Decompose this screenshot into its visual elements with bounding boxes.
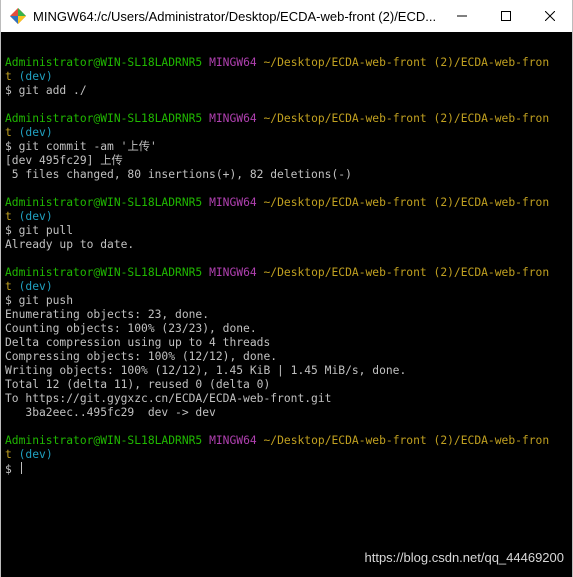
prompt-symbol: $ — [5, 84, 12, 97]
prompt-symbol: $ — [5, 224, 12, 237]
minimize-icon — [457, 15, 467, 17]
prompt-path-wrap: t — [5, 70, 12, 83]
prompt-user-host: Administrator@WIN-SL18LADRNR5 — [5, 56, 203, 69]
scrollbar[interactable] — [564, 32, 572, 577]
maximize-icon — [501, 11, 511, 21]
prompt-path: ~/Desktop/ECDA-web-front (2)/ECDA-web-fr… — [263, 266, 550, 279]
watermark: https://blog.csdn.net/qq_44469200 — [364, 550, 565, 565]
prompt-line-wrap: t (dev) — [5, 210, 564, 224]
command-line: $ git pull — [5, 224, 564, 238]
prompt-symbol: $ — [5, 294, 12, 307]
prompt-branch: (dev) — [18, 126, 53, 139]
prompt-line: Administrator@WIN-SL18LADRNR5 MINGW64 ~/… — [5, 434, 564, 448]
maximize-button[interactable] — [484, 0, 528, 32]
command-text: git pull — [18, 224, 74, 237]
terminal-window: MINGW64:/c/Users/Administrator/Desktop/E… — [0, 0, 573, 577]
prompt-branch: (dev) — [18, 448, 53, 461]
prompt-line-wrap: t (dev) — [5, 70, 564, 84]
command-line: $ git commit -am '上传' — [5, 140, 564, 154]
prompt-path: ~/Desktop/ECDA-web-front (2)/ECDA-web-fr… — [263, 56, 550, 69]
close-button[interactable] — [528, 0, 572, 32]
prompt-msystem: MINGW64 — [209, 56, 257, 69]
prompt-line: Administrator@WIN-SL18LADRNR5 MINGW64 ~/… — [5, 56, 564, 70]
command-line: $ — [5, 462, 564, 476]
output-line: 5 files changed, 80 insertions(+), 82 de… — [5, 168, 352, 181]
prompt-path-wrap: t — [5, 126, 12, 139]
prompt-line: Administrator@WIN-SL18LADRNR5 MINGW64 ~/… — [5, 112, 564, 126]
prompt-line-wrap: t (dev) — [5, 126, 564, 140]
output-line: Total 12 (delta 11), reused 0 (delta 0) — [5, 378, 271, 391]
prompt-msystem: MINGW64 — [209, 434, 257, 447]
close-icon — [545, 11, 555, 21]
text-cursor — [20, 462, 22, 474]
prompt-path: ~/Desktop/ECDA-web-front (2)/ECDA-web-fr… — [263, 112, 550, 125]
prompt-path: ~/Desktop/ECDA-web-front (2)/ECDA-web-fr… — [263, 434, 550, 447]
output-line: Compressing objects: 100% (12/12), done. — [5, 350, 278, 363]
prompt-symbol: $ — [5, 463, 12, 476]
terminal-output[interactable]: Administrator@WIN-SL18LADRNR5 MINGW64 ~/… — [5, 42, 564, 569]
prompt-path-wrap: t — [5, 210, 12, 223]
prompt-msystem: MINGW64 — [209, 196, 257, 209]
prompt-path-wrap: t — [5, 448, 12, 461]
prompt-path: ~/Desktop/ECDA-web-front (2)/ECDA-web-fr… — [263, 196, 550, 209]
output-line: Writing objects: 100% (12/12), 1.45 KiB … — [5, 364, 407, 377]
prompt-user-host: Administrator@WIN-SL18LADRNR5 — [5, 434, 203, 447]
command-text: git push — [18, 294, 74, 307]
command-text: git commit -am '上传' — [18, 140, 157, 153]
title-bar[interactable]: MINGW64:/c/Users/Administrator/Desktop/E… — [1, 0, 572, 32]
output-line: [dev 495fc29] 上传 — [5, 154, 123, 167]
prompt-msystem: MINGW64 — [209, 112, 257, 125]
command-text: git add ./ — [18, 84, 87, 97]
command-line: $ git push — [5, 294, 564, 308]
output-line: Delta compression using up to 4 threads — [5, 336, 271, 349]
prompt-line: Administrator@WIN-SL18LADRNR5 MINGW64 ~/… — [5, 196, 564, 210]
window-title: MINGW64:/c/Users/Administrator/Desktop/E… — [33, 8, 437, 24]
command-line: $ git add ./ — [5, 84, 564, 98]
prompt-line-wrap: t (dev) — [5, 448, 564, 462]
prompt-branch: (dev) — [18, 70, 53, 83]
prompt-user-host: Administrator@WIN-SL18LADRNR5 — [5, 266, 203, 279]
prompt-line-wrap: t (dev) — [5, 280, 564, 294]
prompt-user-host: Administrator@WIN-SL18LADRNR5 — [5, 196, 203, 209]
git-bash-icon — [10, 8, 26, 24]
minimize-button[interactable] — [440, 0, 484, 32]
prompt-msystem: MINGW64 — [209, 266, 257, 279]
prompt-branch: (dev) — [18, 210, 53, 223]
prompt-path-wrap: t — [5, 280, 12, 293]
prompt-symbol: $ — [5, 140, 12, 153]
prompt-user-host: Administrator@WIN-SL18LADRNR5 — [5, 112, 203, 125]
prompt-branch: (dev) — [18, 280, 53, 293]
prompt-line: Administrator@WIN-SL18LADRNR5 MINGW64 ~/… — [5, 266, 564, 280]
output-line: 3ba2eec..495fc29 dev -> dev — [5, 406, 216, 419]
output-line: Counting objects: 100% (23/23), done. — [5, 322, 257, 335]
output-line: Enumerating objects: 23, done. — [5, 308, 210, 321]
output-line: To https://git.gygxzc.cn/ECDA/ECDA-web-f… — [5, 392, 332, 405]
output-line: Already up to date. — [5, 238, 135, 251]
